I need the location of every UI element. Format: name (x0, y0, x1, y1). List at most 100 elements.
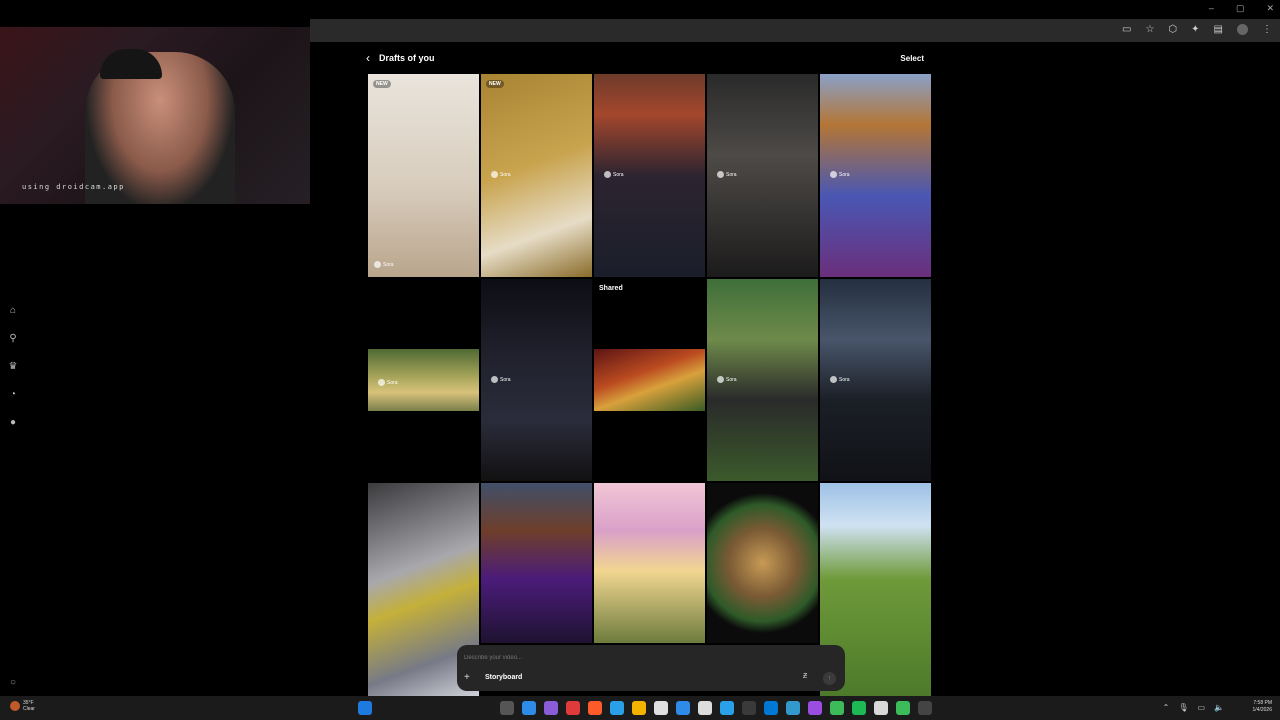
bell-icon[interactable]: ◔ (6, 388, 20, 402)
cast-icon[interactable]: ▭ (1122, 24, 1131, 35)
clock-date: 1/4/2026 (1252, 707, 1272, 713)
webcam-watermark: using droidcam.app (22, 183, 125, 191)
draft-video-tile[interactable]: Sora (820, 279, 931, 481)
taskbar-app-icon[interactable] (544, 701, 558, 715)
home-icon[interactable]: ⌂ (6, 304, 20, 318)
browser-toolbar: ▭ ☆ ⬡ ✦ ▤ ⋮ (310, 19, 1280, 42)
settings-icon[interactable]: ○ (6, 677, 20, 691)
taskbar-app-icon[interactable] (852, 701, 866, 715)
taskbar-app-icon[interactable] (720, 701, 734, 715)
add-button[interactable]: + (464, 672, 470, 683)
new-badge: NEW (486, 80, 504, 88)
extensions-icon[interactable]: ⬡ (1168, 24, 1177, 35)
sora-logo-icon (491, 171, 498, 178)
taskbar-app-icon[interactable] (742, 701, 756, 715)
close-button[interactable]: ✕ (1266, 3, 1274, 14)
weather-widget[interactable]: 35°F Clear (10, 700, 35, 712)
draft-video-tile[interactable]: NEW Sora (368, 74, 479, 277)
profile-icon[interactable]: ● (6, 416, 20, 430)
select-button[interactable]: Select (900, 54, 924, 63)
sora-watermark: Sora (378, 379, 398, 386)
draft-video-tile[interactable]: NEW Sora (481, 74, 592, 277)
taskbar-app-icon[interactable] (522, 701, 536, 715)
send-button[interactable]: ↑ (823, 672, 836, 685)
sidebar-icon[interactable]: ▤ (1214, 24, 1223, 35)
grid-row: Sora Sora Sora Sora (368, 279, 932, 481)
clock[interactable]: 7:58 PM 1/4/2026 (1253, 700, 1272, 714)
search-icon[interactable]: ⚲ (6, 332, 20, 346)
grid-row: NEW Sora NEW Sora Sora Sora Sora (368, 74, 932, 277)
sora-watermark: Sora (830, 376, 850, 383)
sora-logo-icon (830, 376, 837, 383)
start-button[interactable] (358, 701, 372, 715)
draft-video-tile[interactable]: Sora (707, 279, 818, 481)
menu-icon[interactable]: ⋮ (1262, 24, 1272, 35)
clock-time: 7:58 PM (1253, 700, 1272, 706)
taskbar: 35°F Clear ⌃ 🎙 ▭ 🔈 7:58 PM 1/4/2026 (0, 696, 1280, 720)
sora-logo-icon (491, 376, 498, 383)
taskbar-app-icon[interactable] (676, 701, 690, 715)
draft-video-tile[interactable] (707, 483, 818, 643)
watermark-text: Sora (726, 171, 737, 178)
taskbar-app-icon[interactable] (830, 701, 844, 715)
draft-video-tile[interactable]: Sora (368, 349, 479, 411)
minimize-button[interactable]: – (1209, 3, 1214, 14)
taskbar-app-icon[interactable] (698, 701, 712, 715)
prompt-composer: + Storyboard Ƶ ↑ (457, 645, 845, 691)
microphone-icon[interactable]: 🎙 (1178, 703, 1188, 712)
sora-logo-icon (830, 171, 837, 178)
taskbar-app-icon[interactable] (808, 701, 822, 715)
taskbar-app-icon[interactable] (918, 701, 932, 715)
watermark-text: Sora (500, 171, 511, 178)
sora-logo-icon (378, 379, 385, 386)
taskbar-app-icon[interactable] (632, 701, 646, 715)
weather-desc: Clear (23, 706, 35, 712)
taskbar-app-icon[interactable] (764, 701, 778, 715)
credits-icon[interactable]: Ƶ (803, 673, 807, 680)
taskbar-app-icon[interactable] (874, 701, 888, 715)
back-button[interactable]: ‹ (366, 51, 376, 65)
taskbar-apps (358, 701, 932, 715)
profile-icon[interactable] (1237, 24, 1248, 35)
draft-video-tile[interactable] (594, 483, 705, 643)
taskbar-app-icon[interactable] (588, 701, 602, 715)
new-badge: NEW (373, 80, 391, 88)
taskbar-app-icon[interactable] (654, 701, 668, 715)
sora-logo-icon (717, 171, 724, 178)
sora-watermark: Sora (491, 171, 511, 178)
tray-overflow-icon[interactable]: ⌃ (1163, 703, 1170, 712)
puzzle-icon[interactable]: ✦ (1191, 24, 1199, 35)
describe-video-input[interactable] (464, 651, 834, 665)
draft-video-tile[interactable]: Sora (481, 279, 592, 481)
taskbar-app-icon[interactable] (786, 701, 800, 715)
taskbar-app-icon[interactable] (500, 701, 514, 715)
webcam-overlay: using droidcam.app (0, 27, 310, 204)
page-header: ‹ Drafts of you Select (366, 51, 932, 67)
watermark-text: Sora (387, 379, 398, 386)
maximize-button[interactable]: ▢ (1236, 3, 1245, 14)
watermark-text: Sora (613, 171, 624, 178)
taskbar-app-icon[interactable] (610, 701, 624, 715)
watermark-text: Sora (500, 376, 511, 383)
taskbar-app-icon[interactable] (896, 701, 910, 715)
browser-titlebar: – ▢ ✕ (310, 0, 1280, 19)
star-icon[interactable]: ☆ (1145, 24, 1154, 35)
sora-watermark: Sora (717, 171, 737, 178)
volume-icon[interactable]: 🔈 (1214, 703, 1224, 712)
watermark-text: Sora (383, 261, 394, 268)
draft-video-tile[interactable]: Sora (820, 74, 931, 277)
sora-logo-icon (374, 261, 381, 268)
display-icon[interactable]: ▭ (1197, 703, 1205, 712)
weather-icon (10, 701, 20, 711)
draft-video-tile[interactable] (481, 483, 592, 643)
draft-video-tile[interactable]: Sora (707, 74, 818, 277)
taskbar-app-icon[interactable] (566, 701, 580, 715)
sidebar: ⌂ ⚲ ♛ ◔ ● (6, 304, 20, 430)
trophy-icon[interactable]: ♛ (6, 360, 20, 374)
watermark-text: Sora (839, 376, 850, 383)
shared-label: Shared (599, 285, 623, 292)
watermark-text: Sora (726, 376, 737, 383)
draft-video-tile[interactable]: Sora (594, 74, 705, 277)
storyboard-button[interactable]: Storyboard (485, 674, 522, 681)
draft-video-tile[interactable] (594, 349, 705, 411)
